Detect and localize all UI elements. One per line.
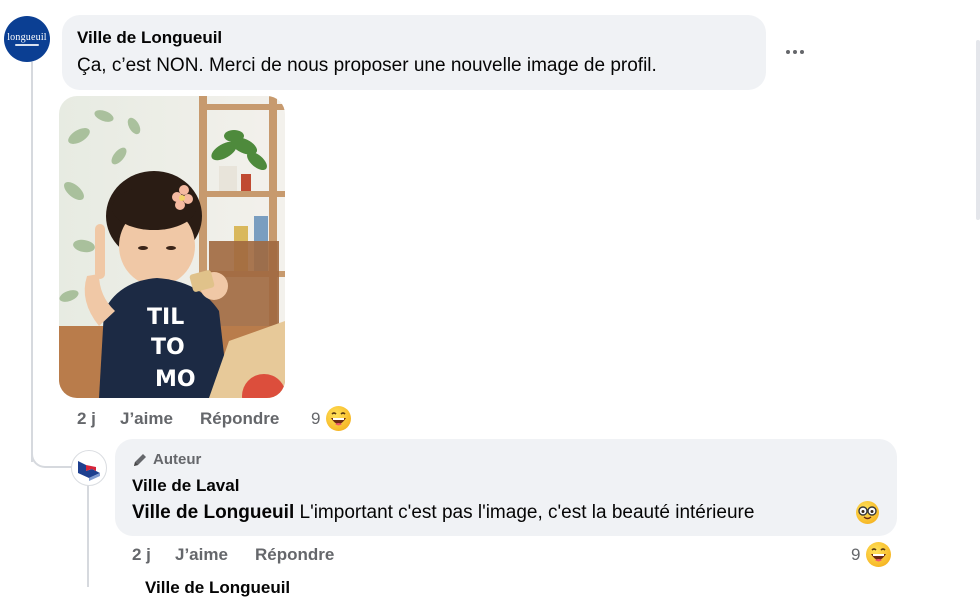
comment-attached-image[interactable]: TIL TO MO xyxy=(59,96,285,398)
more-options-icon[interactable] xyxy=(780,40,810,64)
scrollbar[interactable] xyxy=(976,40,980,220)
shirt-text-1: TIL xyxy=(147,305,184,330)
comment-text: Ça, c’est NON. Merci de nous proposer un… xyxy=(77,55,657,76)
thread-line-main xyxy=(31,62,33,462)
comment-time[interactable]: 2 j xyxy=(77,409,96,429)
avatar-ville-de-laval[interactable] xyxy=(71,450,107,486)
reply-like-button[interactable]: J’aime xyxy=(175,545,228,565)
author-badge: Auteur xyxy=(132,451,201,468)
comment-author-name[interactable]: Ville de Longueuil xyxy=(77,28,222,48)
reply-bubble: Auteur Ville de Laval Ville de Longueuil… xyxy=(115,439,897,536)
longueuil-logo-text: longueuil xyxy=(7,32,47,43)
avatar-ville-de-longueuil[interactable]: longueuil xyxy=(4,16,50,62)
comment-bubble: Ville de Longueuil Ça, c’est NON. Merci … xyxy=(62,15,766,90)
reply-reply-button[interactable]: Répondre xyxy=(255,545,334,565)
laughing-face-icon[interactable] xyxy=(866,542,891,567)
reply-author-name[interactable]: Ville de Laval xyxy=(132,476,239,496)
reply-text: Ville de Longueuil L'important c'est pas… xyxy=(132,502,754,524)
laval-logo-icon xyxy=(78,461,100,481)
shirt-text-3: MO xyxy=(155,367,196,392)
reply-body-text: L'important c'est pas l'image, c'est la … xyxy=(294,502,755,523)
thread-line-reply xyxy=(87,485,89,587)
reaction-count[interactable]: 9 xyxy=(311,409,320,429)
mention-ville-de-longueuil[interactable]: Ville de Longueuil xyxy=(132,502,294,523)
nerd-face-icon xyxy=(856,501,879,524)
reply-reaction-count[interactable]: 9 xyxy=(851,545,860,565)
pencil-icon xyxy=(134,453,146,466)
longueuil-logo-swoosh xyxy=(15,44,39,46)
next-comment-author[interactable]: Ville de Longueuil xyxy=(145,578,290,598)
shirt-text-2: TO xyxy=(151,335,185,360)
reply-actions: 2 j J’aime Répondre xyxy=(132,545,432,567)
child-photo-illustration: TIL TO MO xyxy=(59,96,285,398)
laughing-face-icon[interactable] xyxy=(326,406,351,431)
author-badge-label: Auteur xyxy=(153,451,202,468)
reply-button[interactable]: Répondre xyxy=(200,409,279,429)
like-button[interactable]: J’aime xyxy=(120,409,173,429)
reply-time[interactable]: 2 j xyxy=(132,545,151,565)
thread-line-branch xyxy=(31,446,73,468)
